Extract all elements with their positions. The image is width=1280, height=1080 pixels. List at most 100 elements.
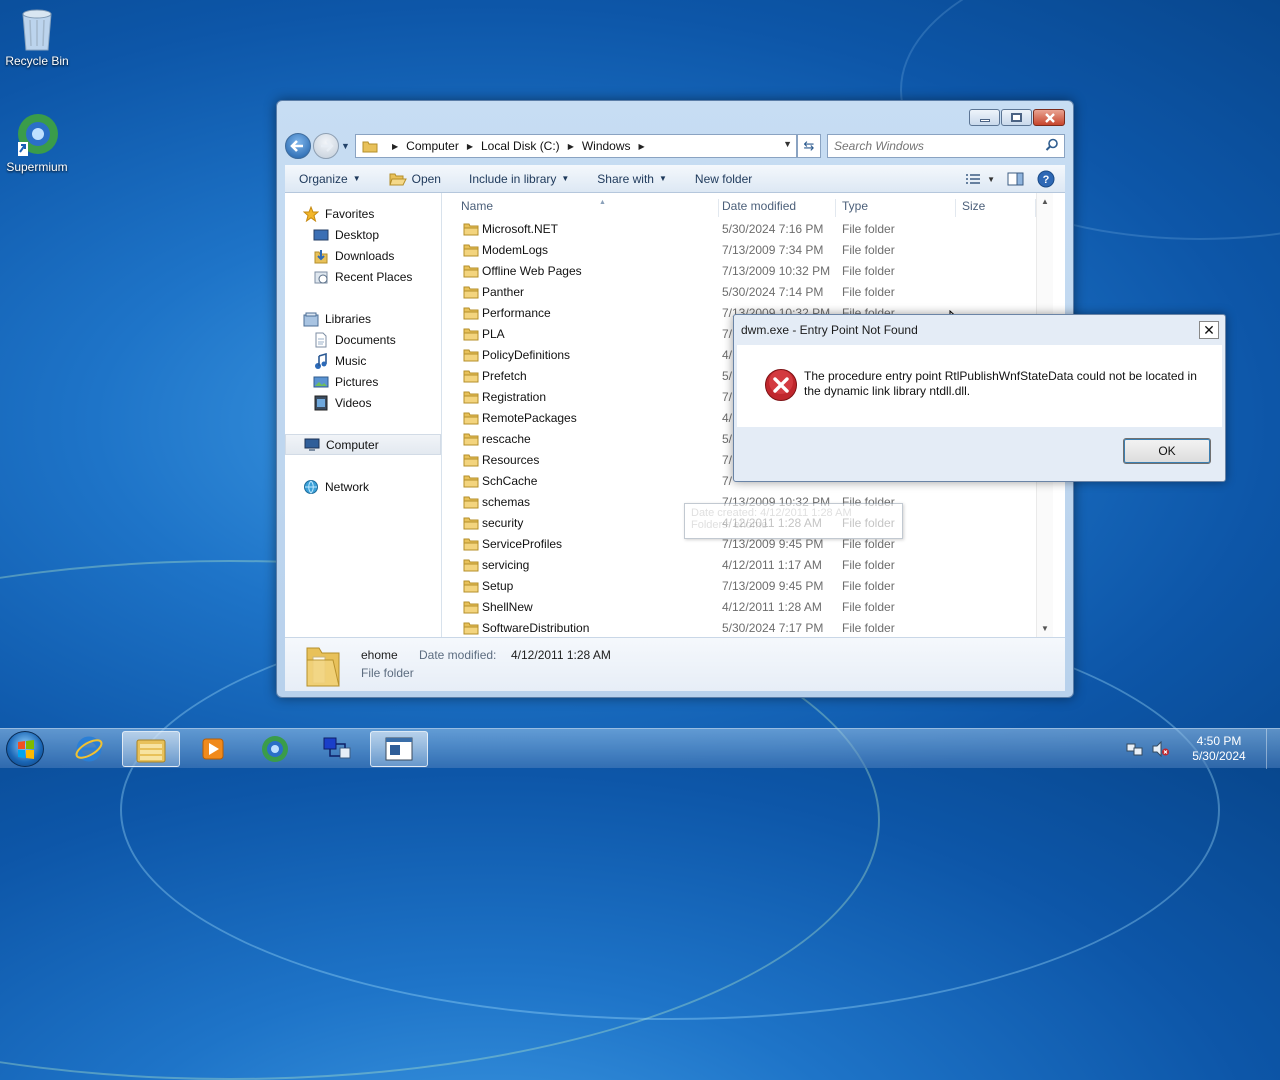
column-header-name[interactable]: Name ▲ — [461, 199, 606, 219]
nav-music[interactable]: Music — [285, 350, 441, 371]
taskbar-supermium[interactable] — [246, 731, 304, 767]
ok-button[interactable]: OK — [1123, 438, 1211, 464]
open-button[interactable]: Open — [375, 172, 455, 186]
nav-downloads[interactable]: Downloads — [285, 245, 441, 266]
taskbar-dialog-window[interactable] — [370, 731, 428, 767]
new-folder-button[interactable]: New folder — [681, 172, 766, 186]
application-window-icon — [385, 737, 413, 761]
scroll-up-icon[interactable]: ▲ — [1041, 197, 1049, 206]
forward-button[interactable] — [313, 133, 339, 159]
breadcrumb-windows[interactable]: Windows ▶ — [582, 139, 653, 153]
refresh-icon: ⇆ — [803, 138, 815, 153]
file-date-modified: 7/ — [722, 390, 733, 404]
table-row[interactable]: ShellNew 4/12/2011 1:28 AM File folder — [443, 597, 1053, 618]
file-date-modified: 7/ — [722, 327, 733, 341]
start-button[interactable] — [6, 731, 44, 767]
file-name: ModemLogs — [482, 243, 549, 257]
file-name: schemas — [482, 495, 531, 509]
nav-pictures[interactable]: Pictures — [285, 371, 441, 392]
nav-network[interactable]: Network — [285, 476, 441, 497]
include-in-library-button[interactable]: Include in library ▼ — [455, 172, 583, 186]
media-player-icon — [202, 738, 224, 760]
address-bar[interactable]: ▶ Computer ▶ Local Disk (C:) ▶ Windows ▶ ▼ — [355, 134, 797, 158]
folder-icon — [463, 265, 479, 278]
nav-videos[interactable]: Videos — [285, 392, 441, 413]
clock-date: 5/30/2024 — [1192, 749, 1246, 763]
column-header-type[interactable]: Type — [842, 199, 868, 219]
minimize-button[interactable] — [969, 109, 1000, 126]
nav-pictures-label: Pictures — [335, 374, 379, 389]
table-row[interactable]: Offline Web Pages 7/13/2009 10:32 PM File … — [443, 261, 1053, 282]
search-input[interactable] — [828, 135, 1028, 157]
column-header-date-modified[interactable]: Date modified — [722, 199, 796, 219]
table-row[interactable]: servicing 4/12/2011 1:17 AM File folder — [443, 555, 1053, 576]
help-icon[interactable]: ? — [1037, 170, 1055, 188]
taskbar-network-app[interactable] — [308, 731, 366, 767]
folder-icon — [463, 559, 479, 572]
search-icon — [1045, 138, 1058, 151]
supermium-desktop-icon[interactable]: Supermium — [0, 112, 74, 174]
volume-muted-icon[interactable] — [1152, 741, 1170, 757]
breadcrumb-computer[interactable]: Computer ▶ — [406, 139, 481, 153]
table-row[interactable]: ModemLogs 7/13/2009 7:34 PM File folder — [443, 240, 1053, 261]
network-tray-icon[interactable] — [1126, 741, 1144, 757]
folder-icon — [463, 391, 479, 404]
minimize-icon — [980, 119, 990, 122]
folder-icon — [463, 580, 479, 593]
nav-downloads-label: Downloads — [335, 248, 395, 263]
clock[interactable]: 4:50 PM 5/30/2024 — [1178, 734, 1260, 764]
search-box[interactable] — [827, 134, 1065, 158]
dialog-close-button[interactable]: ✕ — [1199, 321, 1219, 339]
clock-time: 4:50 PM — [1196, 734, 1242, 748]
error-dialog: dwm.exe - Entry Point Not Found ✕ The pr… — [733, 314, 1226, 482]
folder-icon — [463, 307, 479, 320]
folder-icon — [362, 141, 378, 153]
organize-button[interactable]: Organize ▼ — [285, 172, 375, 186]
refresh-button[interactable]: ⇆ — [797, 134, 821, 158]
nav-network-label: Network — [325, 479, 370, 494]
address-dropdown-icon[interactable]: ▼ — [783, 139, 792, 149]
show-desktop-button[interactable] — [1266, 729, 1280, 769]
nav-music-label: Music — [335, 353, 367, 368]
nav-documents[interactable]: Documents — [285, 329, 441, 350]
table-row[interactable]: SoftwareDistribution 5/30/2024 7:17 PM Fil… — [443, 618, 1053, 637]
libraries-icon — [303, 311, 319, 327]
svg-text:?: ? — [1043, 174, 1050, 186]
breadcrumb-separator-icon[interactable]: ▶ — [392, 142, 398, 151]
change-view-button[interactable]: ▼ — [965, 173, 995, 185]
back-button[interactable] — [285, 133, 311, 159]
nav-computer[interactable]: Computer — [285, 434, 441, 455]
file-date-modified: 7/13/2009 9:45 PM — [722, 579, 824, 593]
details-view-icon — [966, 174, 981, 184]
file-name: Setup — [482, 579, 514, 593]
table-row[interactable]: Setup 7/13/2009 9:45 PM File folder — [443, 576, 1053, 597]
folder-icon — [463, 244, 479, 257]
taskbar-file-explorer[interactable] — [122, 731, 180, 767]
recent-places-icon — [313, 269, 329, 285]
preview-pane-icon[interactable] — [1007, 171, 1025, 187]
nav-libraries[interactable]: Libraries — [285, 308, 441, 329]
close-icon: ✕ — [1203, 322, 1215, 338]
nav-desktop[interactable]: Desktop — [285, 224, 441, 245]
close-button[interactable] — [1033, 109, 1065, 126]
downloads-icon — [313, 248, 329, 264]
nav-favorites[interactable]: Favorites — [285, 203, 441, 224]
taskbar-media-player[interactable] — [184, 731, 242, 767]
recycle-bin-desktop-icon[interactable]: Recycle Bin — [0, 6, 74, 68]
taskbar-internet-explorer[interactable] — [60, 731, 118, 767]
file-date-modified: 7/13/2009 10:32 PM — [722, 264, 831, 278]
file-type: File folder — [842, 558, 895, 572]
table-row[interactable]: Microsoft.NET 5/30/2024 7:16 PM File folde… — [443, 219, 1053, 240]
breadcrumb-local-disk[interactable]: Local Disk (C:) ▶ — [481, 139, 582, 153]
share-with-button[interactable]: Share with ▼ — [583, 172, 681, 186]
table-row[interactable]: Panther 5/30/2024 7:14 PM File folder — [443, 282, 1053, 303]
file-name: PolicyDefinitions — [482, 348, 571, 362]
file-name: SoftwareDistribution — [482, 621, 590, 635]
recent-pages-dropdown[interactable]: ▼ — [341, 141, 351, 151]
folder-icon — [463, 328, 479, 341]
nav-computer-label: Computer — [326, 437, 379, 452]
nav-recent-places[interactable]: Recent Places — [285, 266, 441, 287]
maximize-button[interactable] — [1001, 109, 1032, 126]
scroll-down-icon[interactable]: ▼ — [1041, 624, 1049, 633]
column-header-size[interactable]: Size — [962, 199, 985, 219]
